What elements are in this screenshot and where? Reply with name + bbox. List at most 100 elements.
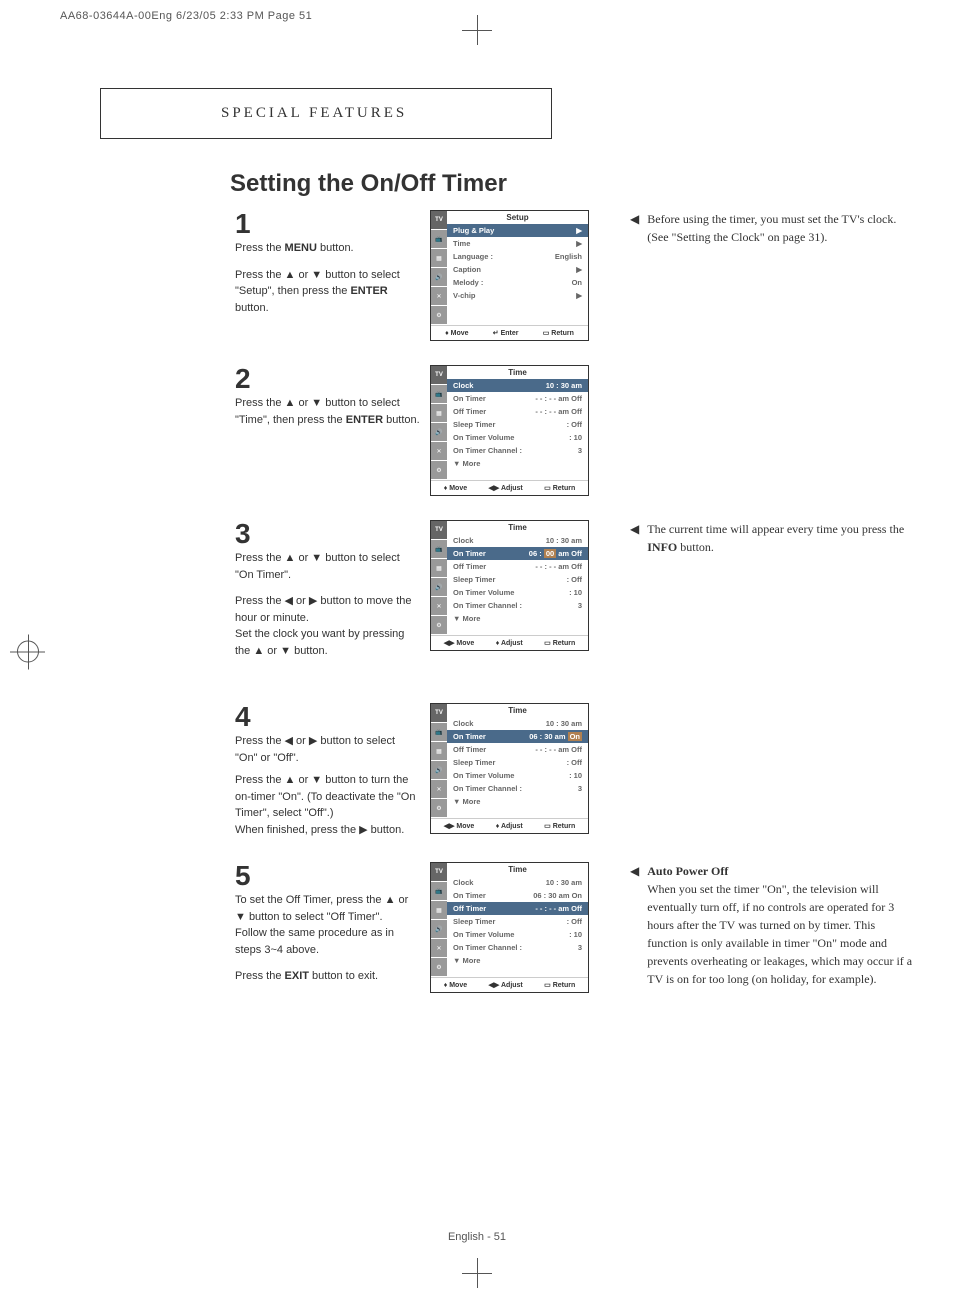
tab-icon: 📺 bbox=[431, 230, 447, 249]
left-arrow-icon: ◀ bbox=[630, 862, 639, 988]
step-1-text: 1 Press the MENU button. Press the ▲ or … bbox=[235, 210, 430, 316]
menu-row: On Timer Volume: 10 bbox=[447, 586, 588, 599]
menu-row: On Timer Volume: 10 bbox=[447, 431, 588, 444]
content: 1 Press the MENU button. Press the ▲ or … bbox=[235, 210, 915, 1017]
tab-icon: 🔊 bbox=[431, 920, 447, 939]
menu-row: Off Timer- - : - - am Off bbox=[447, 902, 588, 915]
osd-time-4: TV📺▦🔊✕⚙TimeClock10 : 30 amOn Timer06 : 3… bbox=[430, 862, 589, 993]
osd-time-3: TV📺▦🔊✕⚙ TimeClock10 : 30 amOn Timer06 : 3… bbox=[430, 703, 589, 834]
section-header: SPECIAL FEATURES bbox=[100, 88, 552, 139]
step-number: 4 bbox=[235, 703, 420, 731]
osd-time-1: TV📺▦🔊✕⚙ TimeClock10 : 30 amOn Timer- - : … bbox=[430, 365, 589, 496]
tab-icon: ⚙ bbox=[431, 306, 447, 325]
menu-row: ▼ More bbox=[447, 954, 588, 967]
print-header: AA68-03644A-00Eng 6/23/05 2:33 PM Page 5… bbox=[60, 10, 312, 22]
tab-icon: ▦ bbox=[431, 559, 447, 578]
osd-footer: ♦ Move◀▶ Adjust▭ Return bbox=[431, 977, 588, 992]
osd-title: Setup bbox=[447, 211, 588, 224]
menu-row: On Timer- - : - - am Off bbox=[447, 392, 588, 405]
page: AA68-03644A-00Eng 6/23/05 2:33 PM Page 5… bbox=[0, 0, 954, 1303]
tab-icon: ▦ bbox=[431, 404, 447, 423]
menu-row: Sleep Timer: Off bbox=[447, 573, 588, 586]
crop-mark-left bbox=[10, 634, 45, 669]
osd-title: Time bbox=[447, 521, 588, 534]
tab-icon: ⚙ bbox=[431, 799, 447, 818]
menu-row: On Timer Channel :3 bbox=[447, 599, 588, 612]
tab-icon: 📺 bbox=[431, 540, 447, 559]
page-number: English - 51 bbox=[448, 1231, 506, 1243]
osd-footer: ♦ Move↵ Enter▭ Return bbox=[431, 325, 588, 340]
osd-setup: TV📺▦🔊✕⚙SetupPlug & Play▶Time▶Language :E… bbox=[430, 210, 589, 341]
menu-row: Clock10 : 30 am bbox=[447, 876, 588, 889]
menu-row: V-chip▶ bbox=[447, 289, 588, 302]
step-number: 1 bbox=[235, 210, 420, 238]
osd-title: Time bbox=[447, 366, 588, 379]
step-number: 5 bbox=[235, 862, 420, 890]
menu-row: Caption▶ bbox=[447, 263, 588, 276]
tab-icon: ✕ bbox=[431, 442, 447, 461]
tab-icon: ✕ bbox=[431, 287, 447, 306]
osd-footer: ♦ Move◀▶ Adjust▭ Return bbox=[431, 480, 588, 495]
menu-row: Clock10 : 30 am bbox=[447, 717, 588, 730]
menu-row: On Timer Channel :3 bbox=[447, 444, 588, 457]
crop-mark-top bbox=[462, 15, 492, 45]
osd-footer: ◀▶ Move♦ Adjust▭ Return bbox=[431, 818, 588, 833]
osd-title: Time bbox=[447, 704, 588, 717]
osd-title: Time bbox=[447, 863, 588, 876]
tab-icon: ⚙ bbox=[431, 461, 447, 480]
menu-row: On Timer Volume: 10 bbox=[447, 769, 588, 782]
tab-tv: TV bbox=[431, 863, 447, 882]
menu-row: Melody :On bbox=[447, 276, 588, 289]
tab-icon: 🔊 bbox=[431, 578, 447, 597]
crop-mark-bottom bbox=[462, 1258, 492, 1288]
menu-row: On Timer06 : 30 am On bbox=[447, 889, 588, 902]
menu-row: Off Timer- - : - - am Off bbox=[447, 405, 588, 418]
tab-tv: TV bbox=[431, 521, 447, 540]
menu-row: Time▶ bbox=[447, 237, 588, 250]
menu-row: Clock10 : 30 am bbox=[447, 534, 588, 547]
menu-row: On Timer06 : 00 am Off bbox=[447, 547, 588, 560]
menu-row: Sleep Timer: Off bbox=[447, 915, 588, 928]
step-number: 2 bbox=[235, 365, 420, 393]
tab-icon: 📺 bbox=[431, 723, 447, 742]
step-2: 2 Press the ▲ or ▼ button to select "Tim… bbox=[235, 365, 915, 496]
menu-row: ▼ More bbox=[447, 795, 588, 808]
tab-icon: ▦ bbox=[431, 901, 447, 920]
tab-icon: 🔊 bbox=[431, 761, 447, 780]
menu-row: Sleep Timer: Off bbox=[447, 756, 588, 769]
step-4: 4 Press the ◀ or ▶ button to select "On"… bbox=[235, 703, 915, 838]
tab-icon: ✕ bbox=[431, 780, 447, 799]
menu-row: On Timer Volume: 10 bbox=[447, 928, 588, 941]
tab-icon: 📺 bbox=[431, 385, 447, 404]
menu-row: On Timer Channel :3 bbox=[447, 941, 588, 954]
menu-row: On Timer06 : 30 am On bbox=[447, 730, 588, 743]
tab-icon: 🔊 bbox=[431, 423, 447, 442]
menu-row: Sleep Timer: Off bbox=[447, 418, 588, 431]
menu-row: Off Timer- - : - - am Off bbox=[447, 560, 588, 573]
tab-icon: ▦ bbox=[431, 742, 447, 761]
menu-row: Clock10 : 30 am bbox=[447, 379, 588, 392]
left-arrow-icon: ◀ bbox=[630, 210, 639, 246]
osd-footer: ◀▶ Move♦ Adjust▭ Return bbox=[431, 635, 588, 650]
step-5: 5 To set the Off Timer, press the ▲ or ▼… bbox=[235, 862, 590, 993]
left-arrow-icon: ◀ bbox=[630, 520, 639, 556]
tab-tv: TV bbox=[431, 211, 447, 230]
tab-icon: ⚙ bbox=[431, 616, 447, 635]
menu-row: ▼ More bbox=[447, 612, 588, 625]
menu-row: ▼ More bbox=[447, 457, 588, 470]
sidebar-note-3: ◀Auto Power OffWhen you set the timer "O… bbox=[590, 862, 915, 996]
tab-icon: ⚙ bbox=[431, 958, 447, 977]
osd-time-2: TV📺▦🔊✕⚙TimeClock10 : 30 amOn Timer06 : 0… bbox=[430, 520, 589, 651]
sidebar-note-1: ◀Before using the timer, you must set th… bbox=[590, 210, 915, 254]
page-title: Setting the On/Off Timer bbox=[230, 170, 507, 198]
sidebar-note-2: ◀The current time will appear every time… bbox=[590, 520, 915, 564]
step-number: 3 bbox=[235, 520, 420, 548]
tab-icon: ✕ bbox=[431, 939, 447, 958]
tab-tv: TV bbox=[431, 704, 447, 723]
menu-row: Plug & Play▶ bbox=[447, 224, 588, 237]
step-3: 3 Press the ▲ or ▼ button to select "On … bbox=[235, 520, 590, 659]
menu-row: Off Timer- - : - - am Off bbox=[447, 743, 588, 756]
tab-tv: TV bbox=[431, 366, 447, 385]
tab-icon: 🔊 bbox=[431, 268, 447, 287]
tab-icon: ▦ bbox=[431, 249, 447, 268]
